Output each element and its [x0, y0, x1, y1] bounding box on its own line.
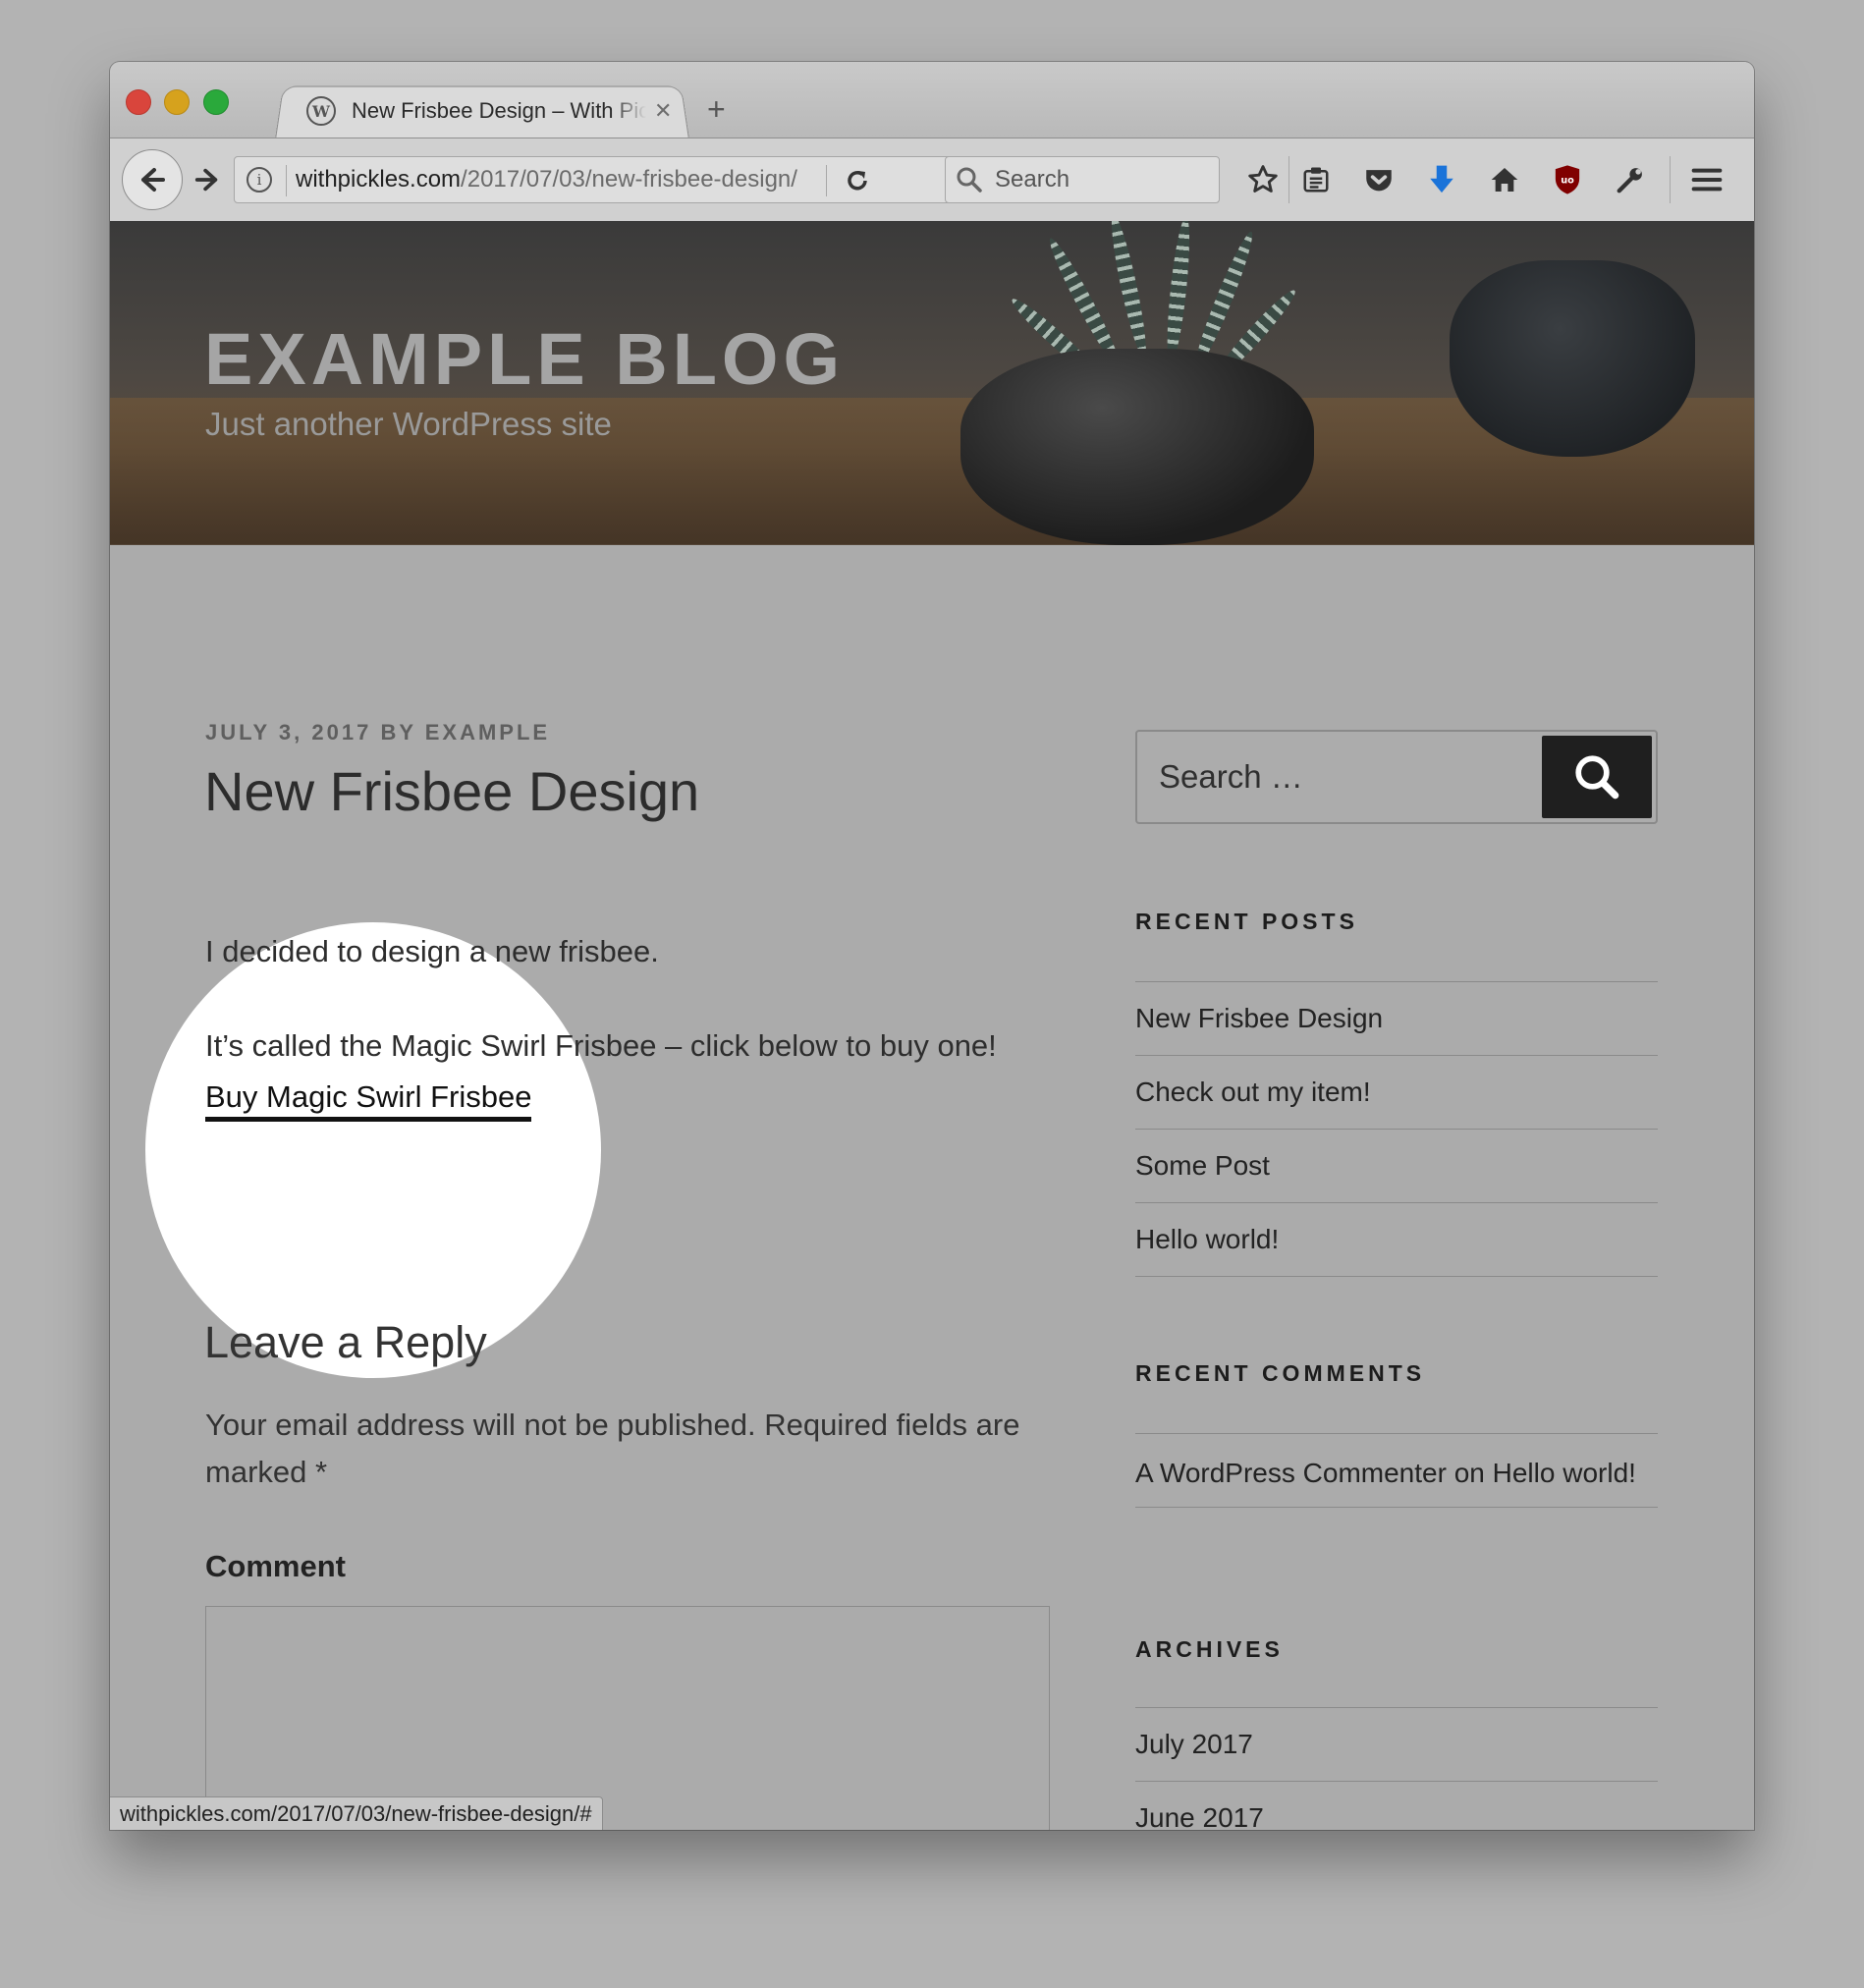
recent-post-item[interactable]: Some Post: [1135, 1130, 1658, 1203]
browser-window: W New Frisbee Design – With Pickles ✕ + …: [110, 62, 1754, 1830]
navigation-bar: i withpickles.com/2017/07/03/new-frisbee…: [110, 138, 1754, 223]
home-button[interactable]: [1483, 156, 1526, 203]
header-image-leaf: [1163, 221, 1194, 364]
pocket-button[interactable]: [1357, 156, 1400, 203]
browser-search-placeholder: Search: [995, 166, 1070, 193]
svg-text:uo: uo: [1561, 176, 1574, 187]
browser-search-field[interactable]: Search: [945, 156, 1220, 203]
archives-list: July 2017 June 2017: [1135, 1707, 1658, 1830]
spotlight-highlight: [145, 922, 601, 1378]
url-text[interactable]: withpickles.com/2017/07/03/new-frisbee-d…: [296, 157, 814, 202]
buy-link[interactable]: Buy Magic Swirl Frisbee: [205, 1079, 532, 1122]
header-image-leaf: [1105, 221, 1152, 360]
home-icon: [1491, 168, 1518, 192]
site-title[interactable]: EXAMPLE BLOG: [204, 317, 845, 401]
toolbar-separator: [1670, 156, 1671, 203]
wrench-icon: [1617, 168, 1642, 193]
new-tab-button[interactable]: +: [707, 93, 726, 125]
hamburger-menu-icon: [1691, 168, 1723, 192]
reply-note: Your email address will not be published…: [205, 1408, 1020, 1489]
recent-post-item[interactable]: Hello world!: [1135, 1203, 1658, 1277]
recent-posts-list: New Frisbee Design Check out my item! So…: [1135, 981, 1658, 1277]
comment-label: Comment: [205, 1549, 346, 1583]
back-arrow-icon: [141, 168, 165, 192]
downloads-button[interactable]: [1420, 156, 1463, 203]
address-bar[interactable]: i withpickles.com/2017/07/03/new-frisbee…: [234, 156, 984, 203]
reading-list-icon: [1303, 167, 1329, 193]
tab-title: New Frisbee Design – With Pickles: [352, 98, 646, 123]
search-icon: [1575, 755, 1619, 800]
reading-list-button[interactable]: [1294, 156, 1338, 203]
header-image-pot: [960, 349, 1314, 545]
recent-post-item[interactable]: Check out my item!: [1135, 1056, 1658, 1130]
recent-post-item[interactable]: New Frisbee Design: [1135, 982, 1658, 1056]
archive-item[interactable]: June 2017: [1135, 1782, 1658, 1830]
back-button[interactable]: [122, 149, 183, 210]
pocket-icon: [1366, 170, 1392, 192]
url-separator: [286, 165, 287, 196]
status-bar-url: withpickles.com/2017/07/03/new-frisbee-d…: [110, 1796, 603, 1830]
site-description: Just another WordPress site: [205, 406, 612, 442]
ublock-button[interactable]: uo: [1546, 156, 1589, 203]
star-icon: [1248, 165, 1278, 193]
url-separator: [826, 165, 827, 196]
recent-comments-title: RECENT COMMENTS: [1135, 1360, 1426, 1386]
post-title: New Frisbee Design: [204, 760, 700, 822]
menu-button[interactable]: [1685, 156, 1728, 203]
reload-button[interactable]: [838, 165, 877, 196]
developer-tools-button[interactable]: [1609, 156, 1652, 203]
recent-comments-list: A WordPress Commenter on Hello world!: [1135, 1433, 1658, 1508]
archives-title: ARCHIVES: [1135, 1636, 1284, 1662]
reply-title: Leave a Reply: [204, 1317, 487, 1367]
post-paragraph: I decided to design a new frisbee.: [205, 934, 659, 968]
archive-item[interactable]: July 2017: [1135, 1708, 1658, 1782]
zoom-window-button[interactable]: [203, 89, 229, 115]
post-paragraph: It’s called the Magic Swirl Frisbee – cl…: [205, 1028, 997, 1063]
sidebar-search-input[interactable]: Search …: [1159, 732, 1303, 822]
recent-posts-title: RECENT POSTS: [1135, 909, 1358, 934]
tab-strip: W New Frisbee Design – With Pickles ✕ +: [110, 62, 1754, 139]
comment-on-text: on: [1453, 1458, 1485, 1488]
sidebar-search-form: Search …: [1135, 730, 1658, 824]
recent-comment-item: A WordPress Commenter on Hello world!: [1135, 1434, 1658, 1508]
url-domain: withpickles.com: [296, 166, 462, 193]
tab-active[interactable]: W New Frisbee Design – With Pickles ✕: [289, 83, 682, 138]
info-icon[interactable]: i: [247, 167, 272, 193]
sidebar-search-button[interactable]: [1542, 736, 1652, 818]
tab-close-icon[interactable]: ✕: [654, 98, 672, 124]
post-meta[interactable]: JULY 3, 2017 BY EXAMPLE: [205, 720, 550, 746]
url-path: /2017/07/03/new-frisbee-design/: [461, 166, 797, 193]
comment-author-link[interactable]: A WordPress Commenter: [1135, 1458, 1447, 1488]
search-icon: [957, 167, 982, 193]
wordpress-icon: W: [306, 96, 336, 126]
minimize-window-button[interactable]: [164, 89, 190, 115]
bookmark-star-button[interactable]: [1241, 156, 1285, 203]
toolbar-separator: [1288, 156, 1289, 203]
download-icon: [1430, 165, 1453, 193]
ublock-icon: uo: [1555, 165, 1580, 194]
web-page: EXAMPLE BLOG Just another WordPress site…: [110, 221, 1754, 1830]
comment-post-link[interactable]: Hello world!: [1493, 1458, 1636, 1488]
header-image-pot-background: [1450, 260, 1695, 457]
close-window-button[interactable]: [126, 89, 151, 115]
forward-arrow-icon: [194, 168, 218, 192]
forward-button[interactable]: [183, 158, 232, 201]
site-header: EXAMPLE BLOG Just another WordPress site: [110, 221, 1754, 545]
reload-icon: [848, 171, 867, 191]
